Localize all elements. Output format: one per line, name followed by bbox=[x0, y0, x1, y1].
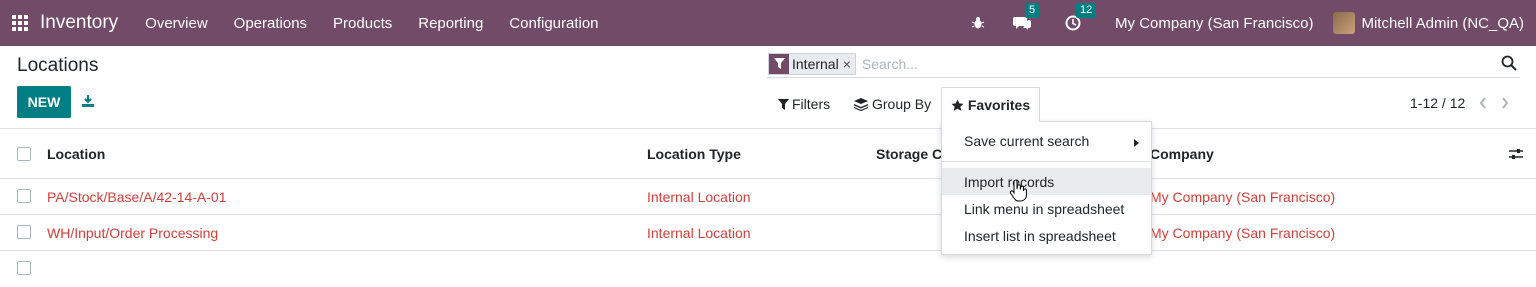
cell-location-type: Internal Location bbox=[647, 224, 751, 241]
search-facet: Internal × bbox=[768, 52, 856, 75]
filter-funnel-icon bbox=[778, 98, 789, 110]
cell-location-type: Internal Location bbox=[647, 188, 751, 205]
favorites-toggle[interactable]: Favorites bbox=[941, 87, 1040, 122]
messages-icon[interactable]: 5 bbox=[1013, 3, 1040, 31]
hand-cursor-icon bbox=[1009, 180, 1027, 202]
pager-value[interactable]: 1-12 / 12 bbox=[1410, 95, 1465, 111]
messages-badge: 5 bbox=[1025, 3, 1040, 18]
cell-company: My Company (San Francisco) bbox=[1150, 224, 1336, 241]
insert-list-spreadsheet-item[interactable]: Insert list in spreadsheet bbox=[942, 222, 1151, 249]
activities-clock-icon[interactable]: 12 bbox=[1065, 3, 1097, 31]
star-icon bbox=[951, 99, 964, 111]
column-location-type[interactable]: Location Type bbox=[647, 129, 741, 178]
search-bar: Internal × bbox=[767, 50, 1520, 78]
column-location[interactable]: Location bbox=[47, 129, 105, 178]
select-all-checkbox[interactable] bbox=[17, 147, 31, 161]
main-navbar: Inventory Overview Operations Products R… bbox=[0, 0, 1536, 46]
favorites-label: Favorites bbox=[967, 97, 1031, 113]
user-menu[interactable]: Mitchell Admin (NC_QA) bbox=[1333, 12, 1524, 34]
row-checkbox[interactable] bbox=[17, 261, 31, 275]
menu-products[interactable]: Products bbox=[320, 15, 405, 32]
chevron-right-icon[interactable] bbox=[1501, 97, 1509, 109]
cell-company: My Company (San Francisco) bbox=[1150, 188, 1336, 205]
dropdown-divider bbox=[942, 161, 1151, 162]
search-icon[interactable] bbox=[1501, 55, 1517, 71]
menu-reporting[interactable]: Reporting bbox=[405, 15, 496, 32]
insert-list-spreadsheet-label: Insert list in spreadsheet bbox=[964, 227, 1116, 244]
new-button[interactable]: NEW bbox=[17, 86, 71, 118]
download-icon[interactable] bbox=[81, 94, 95, 108]
save-current-search-label: Save current search bbox=[964, 132, 1090, 149]
import-records-item[interactable]: Import records bbox=[942, 168, 1151, 195]
facet-value: Internal bbox=[789, 53, 843, 74]
link-menu-spreadsheet-item[interactable]: Link menu in spreadsheet bbox=[942, 195, 1151, 222]
save-current-search-item[interactable]: Save current search bbox=[942, 127, 1151, 154]
apps-menu-icon[interactable] bbox=[0, 0, 40, 46]
cell-location: WH/Input/Order Processing bbox=[47, 224, 219, 241]
page-title[interactable]: Locations bbox=[17, 55, 98, 77]
debug-bug-icon[interactable] bbox=[971, 16, 985, 30]
groupby-label: Group By bbox=[872, 96, 932, 112]
filter-icon bbox=[769, 53, 789, 74]
menu-overview[interactable]: Overview bbox=[132, 15, 221, 32]
menu-operations[interactable]: Operations bbox=[221, 15, 320, 32]
search-input[interactable] bbox=[861, 55, 1462, 72]
facet-remove-button[interactable]: × bbox=[842, 53, 855, 74]
table-row[interactable] bbox=[0, 251, 1536, 287]
filters-toggle[interactable]: Filters bbox=[778, 96, 830, 112]
column-company[interactable]: Company bbox=[1150, 129, 1214, 178]
menu-configuration[interactable]: Configuration bbox=[496, 15, 611, 32]
table-row[interactable]: PA/Stock/Base/A/42-14-A-01 Internal Loca… bbox=[0, 179, 1536, 215]
optional-columns-icon[interactable] bbox=[1508, 147, 1524, 161]
row-checkbox[interactable] bbox=[17, 225, 31, 239]
table-row[interactable]: WH/Input/Order Processing Internal Locat… bbox=[0, 215, 1536, 251]
activities-badge: 12 bbox=[1076, 3, 1097, 18]
chevron-left-icon[interactable] bbox=[1479, 97, 1487, 109]
app-name[interactable]: Inventory bbox=[40, 12, 118, 34]
column-storage-category[interactable]: Storage C bbox=[876, 129, 942, 178]
favorites-dropdown: Save current search Import records Link … bbox=[941, 121, 1152, 255]
groupby-toggle[interactable]: Group By bbox=[854, 96, 931, 112]
filters-label: Filters bbox=[792, 96, 831, 112]
user-name: Mitchell Admin (NC_QA) bbox=[1361, 14, 1524, 32]
pager: 1-12 / 12 bbox=[1410, 95, 1509, 111]
row-checkbox[interactable] bbox=[17, 189, 31, 203]
link-menu-spreadsheet-label: Link menu in spreadsheet bbox=[964, 200, 1125, 217]
layers-icon bbox=[854, 97, 868, 111]
list-header: Location Location Type Storage C Company bbox=[0, 128, 1536, 179]
company-switcher[interactable]: My Company (San Francisco) bbox=[1115, 15, 1313, 32]
cell-location: PA/Stock/Base/A/42-14-A-01 bbox=[47, 188, 227, 205]
caret-right-icon bbox=[1134, 139, 1139, 147]
avatar bbox=[1333, 12, 1356, 34]
